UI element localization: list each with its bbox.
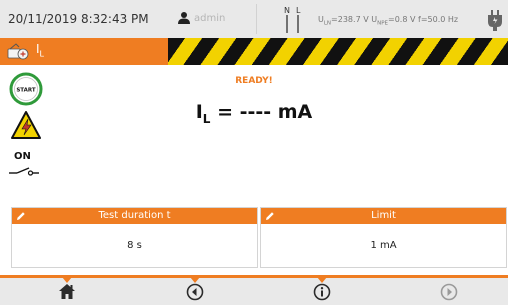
divider bbox=[256, 4, 257, 34]
start-label: START bbox=[16, 88, 36, 94]
limit-value: 1 mA bbox=[370, 240, 397, 251]
next-icon bbox=[440, 283, 458, 301]
limit-label: Limit bbox=[371, 210, 396, 221]
info-icon bbox=[313, 283, 331, 301]
mains-measurement-uln: ULN=238.7 V bbox=[318, 15, 369, 27]
panel-header: Test duration t bbox=[12, 208, 257, 224]
home-button[interactable] bbox=[54, 283, 80, 303]
mains-measurement-frequency: f=50.0 Hz bbox=[417, 15, 459, 24]
result-readout: IL = ---- mA bbox=[195, 101, 313, 126]
hazard-stripes bbox=[168, 38, 508, 65]
measurement-mode-icon bbox=[7, 43, 29, 60]
pencil-icon bbox=[17, 212, 25, 220]
user-name: admin bbox=[194, 13, 226, 24]
home-icon bbox=[59, 284, 75, 299]
status-bar: 20/11/2019 8:32:43 PM admin N L ULN=238.… bbox=[0, 0, 508, 38]
back-button[interactable] bbox=[182, 283, 208, 303]
test-duration-panel[interactable]: Test duration t 8 s bbox=[11, 207, 258, 268]
switch-state-label: ON bbox=[14, 151, 31, 162]
mains-measurements: ULN=238.7 V UNPE=0.8 V f=50.0 Hz bbox=[318, 15, 458, 27]
bottom-toolbar bbox=[0, 275, 508, 305]
user-icon bbox=[178, 12, 190, 24]
mains-l-label: L bbox=[296, 6, 301, 15]
mains-measurement-unpe: UNPE=0.8 V bbox=[371, 15, 416, 27]
mains-n-label: N bbox=[284, 6, 290, 15]
datetime: 20/11/2019 8:32:43 PM bbox=[8, 12, 149, 26]
test-duration-value: 8 s bbox=[127, 240, 142, 251]
next-button[interactable] bbox=[436, 283, 462, 303]
switch-icon bbox=[9, 167, 39, 176]
test-duration-label: Test duration t bbox=[98, 210, 171, 221]
back-icon bbox=[186, 283, 204, 301]
title-bar: IL bbox=[0, 38, 508, 65]
limit-panel[interactable]: Limit 1 mA bbox=[260, 207, 507, 268]
mains-polarity-icon: N L bbox=[284, 6, 301, 33]
power-plug-icon bbox=[488, 10, 502, 31]
pencil-icon bbox=[266, 212, 274, 220]
status-message: READY! bbox=[235, 76, 273, 86]
mode-title: IL bbox=[36, 42, 45, 59]
panel-header: Limit bbox=[261, 208, 506, 224]
info-button[interactable] bbox=[309, 283, 335, 303]
